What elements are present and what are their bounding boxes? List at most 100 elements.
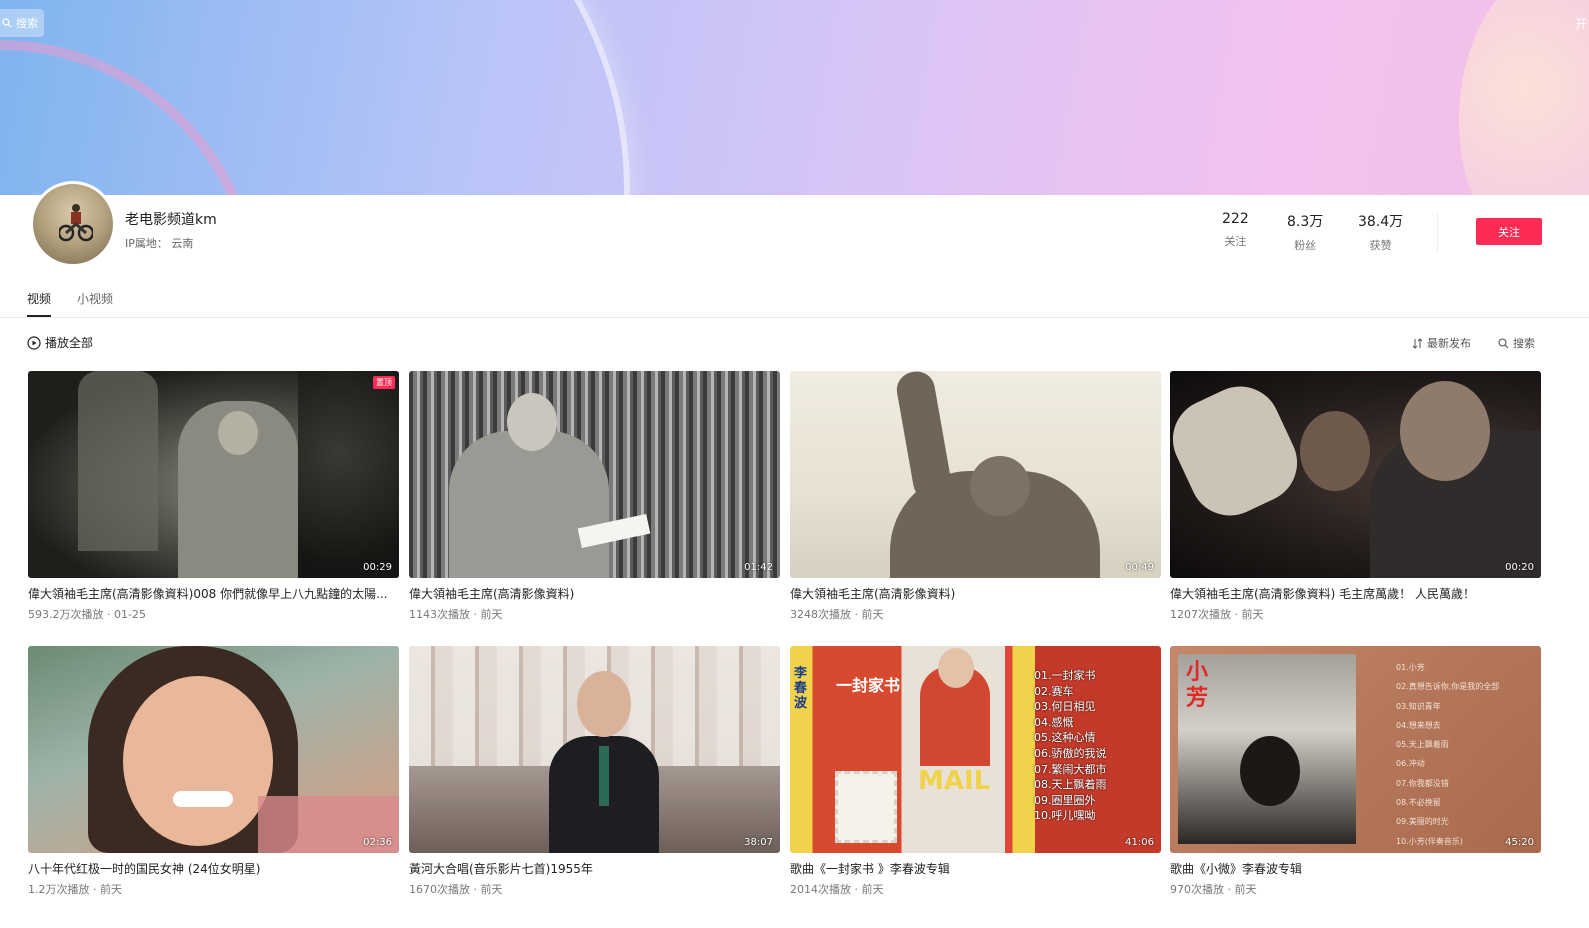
video-title[interactable]: 偉大領袖毛主席(高清影像資料)008 你們就像早上八九點鐘的太陽... bbox=[28, 585, 399, 602]
channel-name: 老电影频道km bbox=[125, 212, 217, 228]
track-list-item: 04.感慨 bbox=[1034, 715, 1074, 729]
track-list-item: 01.一封家书 bbox=[1034, 669, 1096, 682]
track-list: 01.一封家书 02.赛车 03.何日相见 04.感慨 05.这种心情 06.骄傲的我说 0… bbox=[1034, 668, 1107, 824]
album-cover-text: MAIL bbox=[918, 766, 991, 796]
video-meta: 2014次播放 · 前天 bbox=[790, 883, 884, 896]
video-title[interactable]: 偉大領袖毛主席(高清影像資料) bbox=[409, 585, 780, 602]
album-cover-text: 李春波 bbox=[794, 666, 808, 711]
video-card[interactable]: 小芳 01.小芳 02.真想告诉你,你是我的全部 03.知识青年 04.想来想去 05.… bbox=[1170, 646, 1541, 897]
ip-location: IP属地： 云南 bbox=[125, 235, 193, 251]
stat-likes: 38.4万 获赞 bbox=[1358, 211, 1403, 253]
sort-label: 最新发布 bbox=[1427, 337, 1471, 350]
album-cover-text: 小芳 bbox=[1186, 660, 1209, 711]
video-duration: 45:20 bbox=[1505, 837, 1534, 848]
track-list-item: 10.小芳(伴奏音乐) bbox=[1396, 836, 1463, 846]
video-card[interactable]: 01:42 偉大領袖毛主席(高清影像資料) 1143次播放 · 前天 bbox=[409, 371, 780, 622]
album-cover-text: 一封家书 bbox=[836, 676, 901, 695]
track-list-item: 03.知识青年 bbox=[1396, 701, 1441, 711]
video-meta: 593.2万次播放 · 01-25 bbox=[28, 608, 146, 621]
video-thumbnail[interactable]: 小芳 01.小芳 02.真想告诉你,你是我的全部 03.知识青年 04.想来想去 05.… bbox=[1170, 646, 1541, 853]
video-duration: 02:36 bbox=[363, 837, 392, 848]
tab-short-videos[interactable]: 小视频 bbox=[77, 290, 113, 317]
track-list-item: 01.小芳 bbox=[1396, 663, 1425, 672]
tab-videos[interactable]: 视频 bbox=[27, 290, 52, 317]
track-list-item: 09.美丽的时光 bbox=[1396, 817, 1449, 827]
video-duration: 41:06 bbox=[1125, 837, 1154, 848]
track-list-item: 07.繁闹大都市 bbox=[1034, 762, 1107, 776]
track-list-item: 06.冲动 bbox=[1396, 759, 1425, 769]
track-list-item: 08.不必挽留 bbox=[1396, 798, 1441, 808]
video-card[interactable]: 00:49 偉大領袖毛主席(高清影像資料) 3248次播放 · 前天 bbox=[790, 371, 1161, 622]
stat-value: 38.4万 bbox=[1358, 214, 1404, 230]
ip-value: 云南 bbox=[171, 237, 194, 250]
stat-following[interactable]: 222 关注 bbox=[1222, 211, 1249, 249]
play-circle-icon bbox=[27, 335, 41, 350]
ip-label: IP属地： bbox=[125, 237, 168, 250]
video-thumbnail[interactable]: 李春波 一封家书 MAIL 01.一封家书 02.赛车 03.何日相见 04.感慨 05… bbox=[790, 646, 1161, 853]
video-duration: 38:07 bbox=[744, 837, 773, 848]
search-icon bbox=[1498, 337, 1509, 348]
video-thumbnail[interactable]: 置顶 00:29 bbox=[28, 371, 399, 578]
video-thumbnail[interactable]: 00:20 bbox=[1170, 371, 1541, 578]
video-card[interactable]: 38:07 黃河大合唱(音乐影片七首)1955年 1670次播放 · 前天 bbox=[409, 646, 780, 897]
stat-value: 8.3万 bbox=[1287, 214, 1324, 230]
track-list-item: 08.天上飘着雨 bbox=[1034, 778, 1107, 792]
video-thumbnail[interactable]: 38:07 bbox=[409, 646, 780, 853]
video-meta: 1670次播放 · 前天 bbox=[409, 883, 503, 896]
play-all-button[interactable]: 播放全部 bbox=[27, 334, 93, 351]
track-list-item: 02.真想告诉你,你是我的全部 bbox=[1396, 682, 1500, 692]
stat-value: 222 bbox=[1222, 211, 1249, 227]
divider bbox=[1437, 213, 1438, 253]
motorcycle-rider-image bbox=[59, 204, 93, 242]
banner-right-text[interactable]: 开 bbox=[1575, 15, 1587, 32]
avatar[interactable] bbox=[30, 181, 116, 267]
stat-label: 获赞 bbox=[1369, 239, 1392, 252]
video-meta: 3248次播放 · 前天 bbox=[790, 608, 884, 621]
follow-button[interactable]: 关注 bbox=[1476, 218, 1542, 245]
video-duration: 00:49 bbox=[1125, 562, 1154, 573]
track-list-item: 06.骄傲的我说 bbox=[1034, 746, 1107, 760]
video-title[interactable]: 歌曲《小微》李春波专辑 bbox=[1170, 860, 1541, 877]
profile-header: 老电影频道km IP属地： 云南 222 关注 8.3万 粉丝 38.4万 获赞… bbox=[0, 181, 1589, 280]
video-meta: 1.2万次播放 · 前天 bbox=[28, 883, 122, 896]
profile-banner: 搜索 开 bbox=[0, 0, 1589, 195]
video-card[interactable]: 02:36 八十年代红极一时的国民女神 (24位女明星) 1.2万次播放 · 前… bbox=[28, 646, 399, 897]
banner-search-label: 搜索 bbox=[16, 17, 38, 30]
content-tabs: 视频 小视频 bbox=[27, 290, 113, 317]
track-list-item: 03.何日相见 bbox=[1034, 700, 1096, 714]
video-search-label: 搜索 bbox=[1513, 337, 1535, 350]
video-duration: 00:20 bbox=[1505, 562, 1534, 573]
track-list-item: 07.你我都没错 bbox=[1396, 778, 1449, 788]
sort-latest-button[interactable]: 最新发布 bbox=[1412, 335, 1471, 351]
stat-followers[interactable]: 8.3万 粉丝 bbox=[1287, 211, 1323, 253]
video-duration: 00:29 bbox=[363, 562, 392, 573]
track-list-item: 04.想来想去 bbox=[1396, 720, 1441, 730]
banner-decoration bbox=[1459, 0, 1589, 195]
video-title[interactable]: 偉大領袖毛主席(高清影像資料) 毛主席萬歲！ 人民萬歲！ bbox=[1170, 585, 1541, 602]
video-title[interactable]: 黃河大合唱(音乐影片七首)1955年 bbox=[409, 860, 780, 877]
video-toolbar: 播放全部 最新发布 搜索 bbox=[27, 334, 1541, 354]
search-icon bbox=[2, 18, 12, 28]
video-title[interactable]: 偉大領袖毛主席(高清影像資料) bbox=[790, 585, 1161, 602]
video-search-button[interactable]: 搜索 bbox=[1498, 335, 1535, 351]
video-meta: 1207次播放 · 前天 bbox=[1170, 608, 1264, 621]
stat-label: 关注 bbox=[1224, 235, 1247, 248]
track-list-item: 09.圈里圈外 bbox=[1034, 793, 1096, 807]
video-card[interactable]: 00:20 偉大領袖毛主席(高清影像資料) 毛主席萬歲！ 人民萬歲！ 1207次… bbox=[1170, 371, 1541, 622]
video-card[interactable]: 置顶 00:29 偉大領袖毛主席(高清影像資料)008 你們就像早上八九點鐘的太… bbox=[28, 371, 399, 622]
video-title[interactable]: 八十年代红极一时的国民女神 (24位女明星) bbox=[28, 860, 399, 877]
stat-label: 粉丝 bbox=[1294, 239, 1317, 252]
video-meta: 1143次播放 · 前天 bbox=[409, 608, 503, 621]
sort-icon bbox=[1412, 337, 1423, 349]
video-thumbnail[interactable]: 02:36 bbox=[28, 646, 399, 853]
video-duration: 01:42 bbox=[744, 562, 773, 573]
pinned-badge: 置顶 bbox=[373, 376, 395, 389]
track-list-item: 02.赛车 bbox=[1034, 684, 1074, 698]
video-thumbnail[interactable]: 00:49 bbox=[790, 371, 1161, 578]
divider bbox=[0, 317, 1589, 318]
track-list-item: 05.这种心情 bbox=[1034, 731, 1096, 745]
video-card[interactable]: 李春波 一封家书 MAIL 01.一封家书 02.赛车 03.何日相见 04.感慨 05… bbox=[790, 646, 1161, 897]
video-title[interactable]: 歌曲《一封家书 》李春波专辑 bbox=[790, 860, 1161, 877]
video-thumbnail[interactable]: 01:42 bbox=[409, 371, 780, 578]
banner-search-button[interactable]: 搜索 bbox=[0, 9, 44, 37]
